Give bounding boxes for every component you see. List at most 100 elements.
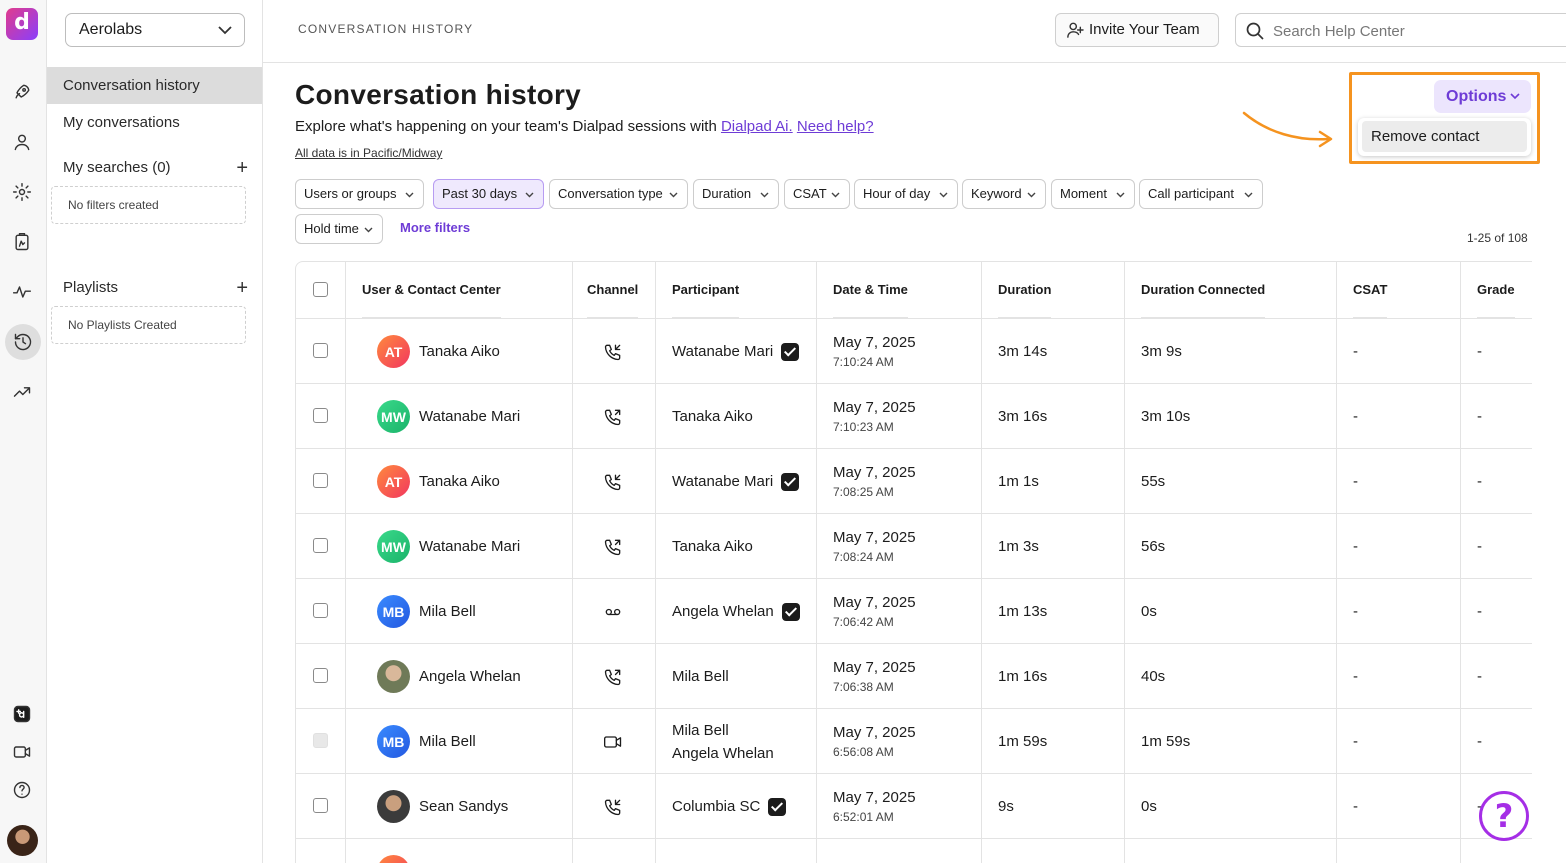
page-title: Conversation history — [295, 79, 582, 110]
dialpad-ai-link[interactable]: Dialpad Ai. — [721, 118, 793, 135]
person-icon[interactable] — [10, 130, 34, 154]
row-checkbox[interactable] — [313, 408, 328, 423]
grade-cell — [1477, 839, 1527, 863]
sidebar-item-my-conversations[interactable]: My conversations — [47, 104, 262, 141]
table-row[interactable]: Sean Sandys Columbia SC May 7, 2025 6:52… — [296, 774, 1532, 839]
user-name: Tanaka Aiko — [419, 473, 500, 490]
filter-chip[interactable]: Hold time — [295, 214, 383, 244]
table-row[interactable]: MW Watanabe Mari Tanaka Aiko May 7, 2025… — [296, 384, 1532, 449]
table-row[interactable]: AT Tanaka Aiko Watanabe Mari May 7, 2025… — [296, 319, 1532, 384]
row-checkbox[interactable] — [313, 473, 328, 488]
filter-chip[interactable]: Past 30 days — [433, 179, 544, 209]
table-row[interactable]: MB Mila Bell Mila Bell Angela Whelan May 7… — [296, 709, 1532, 774]
table-row[interactable]: MW Watanabe Mari Tanaka Aiko May 7, 2025… — [296, 514, 1532, 579]
table-row[interactable]: MB Mila Bell Angela Whelan May 7, 2025 7… — [296, 579, 1532, 644]
user-avatar[interactable] — [7, 825, 38, 856]
add-search-button[interactable]: + — [236, 158, 248, 178]
participant-cell[interactable]: Watanabe Mari — [672, 319, 812, 384]
user-name: Mila Bell — [419, 733, 476, 750]
user-cell[interactable]: AT Tanaka Aiko — [377, 319, 572, 384]
add-person-icon — [1067, 22, 1084, 38]
grade-cell: - — [1477, 733, 1482, 750]
filter-chip[interactable]: Moment — [1051, 179, 1135, 209]
activity-icon[interactable] — [10, 280, 34, 304]
row-checkbox — [313, 733, 328, 748]
timezone-note[interactable]: All data is in Pacific/Midway — [295, 146, 442, 160]
user-cell[interactable]: AT Tanaka Aiko — [377, 449, 572, 514]
table-row[interactable]: Angela Whelan Mila Bell May 7, 2025 7:06… — [296, 644, 1532, 709]
options-button[interactable]: Options — [1434, 80, 1531, 113]
user-cell[interactable]: MB Mila Bell — [377, 579, 572, 644]
participant-cell[interactable]: Tanaka Aiko — [672, 384, 812, 449]
search-input[interactable] — [1273, 20, 1563, 42]
help-circle-icon[interactable] — [10, 778, 34, 802]
participant-cell[interactable] — [672, 839, 812, 863]
clipboard-icon[interactable] — [10, 230, 34, 254]
trending-icon[interactable] — [10, 380, 34, 404]
subtitle-text: Explore what's happening on your team's … — [295, 118, 717, 135]
datetime-cell: May 7, 2025 6:56:08 AM — [833, 709, 978, 774]
time: 6:56:08 AM — [833, 745, 894, 759]
column-header[interactable]: Participant — [672, 262, 740, 318]
need-help-link[interactable]: Need help? — [797, 118, 874, 135]
invite-team-button[interactable]: Invite Your Team — [1055, 13, 1219, 47]
filter-chip[interactable]: Hour of day — [854, 179, 958, 209]
sidebar: Aerolabs Conversation history My convers… — [47, 0, 263, 863]
outgoing-call-icon — [603, 514, 627, 579]
grade-cell: - — [1477, 603, 1482, 620]
column-header[interactable]: Channel — [587, 262, 639, 318]
filter-chip-label: Hour of day — [863, 186, 931, 201]
row-checkbox[interactable] — [313, 603, 328, 618]
table-row[interactable]: May 7, 2025 — [296, 839, 1532, 863]
sidebar-item-conversation-history[interactable]: Conversation history — [47, 67, 262, 104]
chevron-down-icon — [525, 192, 534, 198]
participant-cell[interactable]: Angela Whelan — [672, 579, 812, 644]
search-help-center[interactable] — [1235, 13, 1566, 47]
column-header[interactable]: CSAT — [1353, 262, 1388, 318]
filter-chip[interactable]: Duration — [693, 179, 779, 209]
video-icon[interactable] — [10, 740, 34, 764]
chevron-down-icon — [760, 192, 769, 198]
remove-contact-option[interactable]: Remove contact — [1362, 121, 1527, 152]
user-cell[interactable]: MB Mila Bell — [377, 709, 572, 774]
column-header[interactable]: Duration — [998, 262, 1052, 318]
user-cell[interactable]: Angela Whelan — [377, 644, 572, 709]
rocket-icon[interactable] — [10, 80, 34, 104]
user-cell[interactable]: Sean Sandys — [377, 774, 572, 839]
row-checkbox[interactable] — [313, 538, 328, 553]
select-all-checkbox[interactable] — [313, 282, 328, 297]
row-checkbox[interactable] — [313, 798, 328, 813]
csat-cell: - — [1353, 798, 1358, 815]
org-select[interactable]: Aerolabs — [65, 13, 245, 47]
participant-cell[interactable]: Columbia SC — [672, 774, 812, 839]
participant-cell[interactable]: Mila Bell Angela Whelan — [672, 709, 812, 774]
participant-cell[interactable]: Mila Bell — [672, 644, 812, 709]
column-header[interactable]: Duration Connected — [1141, 262, 1266, 318]
user-cell[interactable]: MW Watanabe Mari — [377, 514, 572, 579]
participant-cell[interactable]: Watanabe Mari — [672, 449, 812, 514]
help-fab-button[interactable]: ? — [1479, 791, 1529, 841]
time: 7:10:24 AM — [833, 355, 894, 369]
table-row[interactable]: AT Tanaka Aiko Watanabe Mari May 7, 2025… — [296, 449, 1532, 514]
user-cell[interactable]: MW Watanabe Mari — [377, 384, 572, 449]
dialpad-ai-icon[interactable] — [10, 702, 34, 726]
row-checkbox[interactable] — [313, 343, 328, 358]
filter-chip-label: Hold time — [304, 221, 359, 236]
filter-chip[interactable]: CSAT — [784, 179, 850, 209]
gear-icon[interactable] — [10, 180, 34, 204]
filter-chip[interactable]: Keyword — [962, 179, 1046, 209]
participant-cell[interactable]: Tanaka Aiko — [672, 514, 812, 579]
column-header[interactable]: User & Contact Center — [362, 262, 501, 318]
column-header[interactable]: Grade — [1477, 262, 1515, 318]
filter-chip[interactable]: Users or groups — [295, 179, 424, 209]
add-playlist-button[interactable]: + — [236, 278, 248, 298]
row-checkbox[interactable] — [313, 668, 328, 683]
more-filters-link[interactable]: More filters — [400, 220, 470, 235]
dialpad-logo[interactable]: d — [6, 8, 38, 40]
user-cell[interactable] — [377, 839, 572, 863]
participant-name: Tanaka Aiko — [672, 408, 753, 425]
history-icon[interactable] — [5, 324, 41, 360]
filter-chip[interactable]: Call participant — [1139, 179, 1263, 209]
filter-chip[interactable]: Conversation type — [549, 179, 688, 209]
column-header[interactable]: Date & Time — [833, 262, 908, 318]
